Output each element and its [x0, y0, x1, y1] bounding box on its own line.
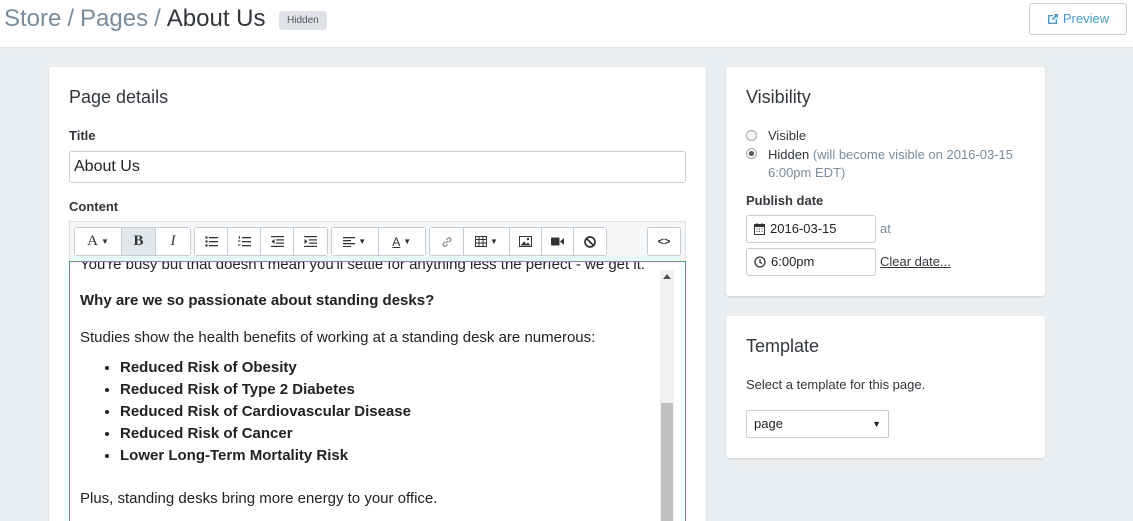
- list-item: Reduced Risk of Cardiovascular Disease: [120, 401, 411, 423]
- outdent-button[interactable]: [261, 228, 294, 255]
- format-group: A ▼ B I: [74, 227, 191, 256]
- template-selected-value: page: [754, 416, 783, 431]
- template-select[interactable]: page ▼: [746, 410, 889, 438]
- hidden-radio[interactable]: [746, 148, 757, 159]
- link-button[interactable]: [430, 228, 464, 255]
- editor-toolbar: A ▼ B I ▼ A ▼ ▼ <>: [69, 221, 686, 261]
- table-button[interactable]: ▼: [464, 228, 510, 255]
- chevron-down-icon: ▼: [358, 237, 367, 246]
- table-icon: [475, 236, 488, 247]
- text-color-icon: A: [392, 234, 401, 249]
- hidden-label: Hidden: [768, 147, 810, 162]
- image-icon: [519, 236, 532, 247]
- content-label: Content: [69, 199, 119, 214]
- editor-paragraph: Plus, standing desks bring more energy t…: [80, 490, 438, 507]
- clear-date-link[interactable]: Clear date...: [880, 254, 951, 269]
- italic-button[interactable]: I: [156, 228, 190, 255]
- hidden-option[interactable]: Hidden (will become visible on 2016-03-1…: [746, 146, 1036, 182]
- code-group: <>: [647, 227, 681, 256]
- at-label: at: [880, 221, 891, 236]
- content-editor[interactable]: You're busy but that doesn't mean you'll…: [69, 261, 686, 521]
- publish-date-label: Publish date: [746, 193, 824, 208]
- scroll-thumb[interactable]: [661, 403, 673, 521]
- breadcrumb-pages[interactable]: Pages: [80, 5, 148, 32]
- font-icon: A: [87, 233, 98, 249]
- outdent-icon: [270, 236, 284, 247]
- visibility-heading: Visibility: [746, 87, 811, 107]
- scroll-up-icon[interactable]: [663, 274, 671, 279]
- video-button[interactable]: [542, 228, 574, 255]
- video-camera-icon: [551, 237, 564, 246]
- list-group: [194, 227, 328, 256]
- editor-paragraph: You're busy but that doesn't mean you'll…: [80, 261, 646, 273]
- benefits-list: Reduced Risk of Obesity Reduced Risk of …: [120, 357, 411, 467]
- link-icon: [442, 236, 451, 247]
- chevron-down-icon: ▼: [403, 237, 412, 246]
- bullet-list-button[interactable]: [195, 228, 228, 255]
- numbered-list-icon: [237, 236, 251, 247]
- image-button[interactable]: [510, 228, 542, 255]
- external-link-icon: [1047, 14, 1058, 24]
- title-input[interactable]: About Us: [69, 151, 686, 183]
- clock-icon: [754, 256, 766, 268]
- visible-radio[interactable]: [746, 130, 757, 141]
- calendar-icon: [754, 223, 765, 235]
- insert-group: ▼: [429, 227, 607, 256]
- list-item: Reduced Risk of Cancer: [120, 423, 411, 445]
- chevron-down-icon: ▼: [872, 419, 881, 429]
- bullet-list-icon: [204, 236, 218, 247]
- page-details-heading: Page details: [69, 87, 169, 107]
- editor-heading: Why are we so passionate about standing …: [80, 292, 435, 309]
- page-details-card: Page details Title About Us Content A ▼ B…: [49, 67, 706, 521]
- indent-icon: [304, 236, 317, 247]
- ban-icon: [584, 235, 596, 248]
- bold-button[interactable]: B: [122, 228, 156, 255]
- preview-label: Preview: [1062, 11, 1110, 26]
- visible-option[interactable]: Visible: [746, 128, 806, 143]
- editor-scrollbar[interactable]: [660, 270, 674, 521]
- breadcrumb-store[interactable]: Store: [4, 5, 61, 32]
- font-style-button[interactable]: A ▼: [75, 228, 122, 255]
- status-badge: Hidden: [279, 11, 327, 30]
- list-item: Lower Long-Term Mortality Risk: [120, 445, 411, 467]
- page-title: About Us: [166, 5, 266, 32]
- editor-paragraph: Studies show the health benefits of work…: [80, 329, 596, 346]
- breadcrumb-separator: /: [67, 5, 75, 32]
- time-value: 6:00pm: [771, 254, 815, 269]
- breadcrumb: Store / Pages / About Us: [4, 5, 266, 33]
- publish-date-input[interactable]: 2016-03-15: [746, 215, 876, 243]
- indent-button[interactable]: [294, 228, 327, 255]
- template-help-text: Select a template for this page.: [746, 377, 926, 392]
- numbered-list-button[interactable]: [228, 228, 261, 255]
- align-left-icon: [343, 236, 356, 247]
- chevron-down-icon: ▼: [490, 237, 498, 246]
- publish-time-input[interactable]: 6:00pm: [746, 248, 876, 276]
- date-value: 2016-03-15: [770, 221, 837, 236]
- list-item: Reduced Risk of Type 2 Diabetes: [120, 379, 411, 401]
- align-button[interactable]: ▼: [332, 228, 379, 255]
- visible-label: Visible: [768, 128, 807, 143]
- preview-button[interactable]: Preview: [1029, 3, 1127, 35]
- breadcrumb-separator: /: [154, 5, 161, 32]
- list-item: Reduced Risk of Obesity: [120, 357, 411, 379]
- template-card: Template Select a template for this page…: [726, 316, 1045, 458]
- visibility-card: Visibility Visible Hidden (will become v…: [726, 67, 1045, 296]
- chevron-down-icon: ▼: [100, 237, 109, 246]
- title-label: Title: [69, 128, 96, 143]
- align-color-group: ▼ A ▼: [331, 227, 426, 256]
- code-view-button[interactable]: <>: [648, 228, 680, 255]
- template-heading: Template: [746, 336, 820, 356]
- top-bar: Store / Pages / About Us Hidden Preview: [0, 0, 1133, 48]
- text-color-button[interactable]: A ▼: [378, 228, 425, 255]
- clear-formatting-button[interactable]: [574, 228, 606, 255]
